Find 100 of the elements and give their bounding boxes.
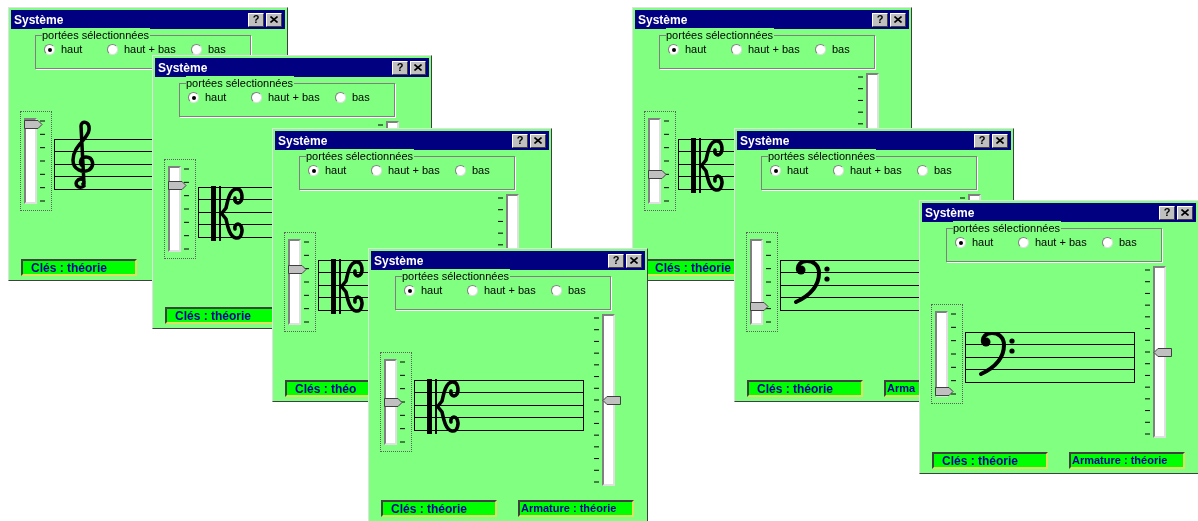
group-legend: portées sélectionnées — [768, 149, 876, 163]
slider-thumb[interactable] — [648, 169, 667, 179]
slider-thumb[interactable] — [168, 180, 187, 190]
radio-option[interactable]: haut — [308, 165, 371, 176]
help-button[interactable]: ? — [1159, 205, 1175, 220]
slider-thumb[interactable] — [750, 302, 769, 312]
group-legend: portées sélectionnées — [666, 28, 774, 42]
radio-button[interactable] — [188, 92, 199, 103]
key-signature-button[interactable]: Armature : théorie — [1069, 452, 1185, 469]
radio-label: haut — [972, 237, 994, 248]
slider-thumb[interactable] — [288, 265, 307, 275]
window-title: Système — [740, 134, 791, 147]
radio-label: bas — [934, 165, 952, 176]
window-title: Système — [278, 134, 329, 147]
close-icon — [1181, 209, 1189, 216]
radio-button[interactable] — [371, 165, 382, 176]
radio-label: haut + bas — [850, 165, 902, 176]
radio-button[interactable] — [404, 285, 415, 296]
radio-button[interactable] — [731, 44, 742, 55]
radio-button[interactable] — [467, 285, 478, 296]
clefs-button[interactable]: Clés : théorie — [932, 452, 1048, 469]
radio-button[interactable] — [917, 165, 928, 176]
window-title: Système — [925, 206, 976, 219]
close-icon — [894, 16, 902, 23]
radio-option[interactable]: haut — [404, 285, 467, 296]
radio-option[interactable]: haut — [770, 165, 833, 176]
radio-option[interactable]: haut + bas — [833, 165, 917, 176]
radio-option[interactable]: bas — [551, 285, 586, 296]
close-button[interactable] — [410, 60, 426, 75]
radio-button[interactable] — [1018, 237, 1029, 248]
radio-button[interactable] — [833, 165, 844, 176]
radio-option[interactable]: haut + bas — [1018, 237, 1102, 248]
radio-button[interactable] — [668, 44, 679, 55]
radio-option[interactable]: bas — [815, 44, 850, 55]
radio-label: haut — [205, 92, 227, 103]
close-icon — [414, 64, 422, 71]
radio-label: haut + bas — [748, 44, 800, 55]
radio-button[interactable] — [455, 165, 466, 176]
help-button[interactable]: ? — [512, 133, 528, 148]
radio-button[interactable] — [1102, 237, 1113, 248]
slider-thumb[interactable] — [1153, 348, 1172, 357]
radio-option[interactable]: haut — [44, 44, 107, 55]
radio-button[interactable] — [251, 92, 262, 103]
close-button[interactable] — [890, 12, 906, 27]
radio-label: bas — [832, 44, 850, 55]
help-button[interactable]: ? — [608, 253, 624, 268]
close-icon — [270, 16, 278, 23]
radio-option[interactable]: haut + bas — [107, 44, 191, 55]
slider-thumb[interactable] — [935, 387, 954, 396]
help-button[interactable]: ? — [872, 12, 888, 27]
help-button[interactable]: ? — [248, 12, 264, 27]
close-icon — [534, 137, 542, 144]
radio-button[interactable] — [770, 165, 781, 176]
slider-thumb[interactable] — [24, 120, 43, 129]
radio-option[interactable]: haut — [955, 237, 1018, 248]
window-title: Système — [158, 61, 209, 74]
radio-button[interactable] — [955, 237, 966, 248]
group-legend: portées sélectionnées — [402, 269, 510, 283]
group-legend: portées sélectionnées — [306, 149, 414, 163]
radio-label: bas — [568, 285, 586, 296]
radio-option[interactable]: bas — [335, 92, 370, 103]
clefs-button[interactable]: Clés : théorie — [747, 380, 863, 397]
radio-label: haut + bas — [484, 285, 536, 296]
radio-option[interactable]: haut — [668, 44, 731, 55]
radio-option[interactable]: haut + bas — [731, 44, 815, 55]
slider-thumb[interactable] — [602, 396, 621, 405]
group-legend: portées sélectionnées — [186, 76, 294, 90]
radio-label: bas — [472, 165, 490, 176]
key-signature-button[interactable]: Armature : théorie — [518, 500, 634, 517]
radio-option[interactable]: haut + bas — [467, 285, 551, 296]
radio-button[interactable] — [815, 44, 826, 55]
radio-button[interactable] — [308, 165, 319, 176]
radio-option[interactable]: bas — [455, 165, 490, 176]
close-button[interactable] — [992, 133, 1008, 148]
radio-label: haut + bas — [124, 44, 176, 55]
window-title: Système — [638, 13, 689, 26]
radio-label: bas — [208, 44, 226, 55]
radio-option[interactable]: haut + bas — [251, 92, 335, 103]
help-button[interactable]: ? — [974, 133, 990, 148]
close-button[interactable] — [266, 12, 282, 27]
radio-option[interactable]: haut — [188, 92, 251, 103]
close-button[interactable] — [530, 133, 546, 148]
radio-button[interactable] — [107, 44, 118, 55]
radio-option[interactable]: bas — [1102, 237, 1137, 248]
radio-option[interactable]: bas — [917, 165, 952, 176]
radio-button[interactable] — [335, 92, 346, 103]
clefs-button[interactable]: Clés : théorie — [21, 259, 137, 276]
radio-option[interactable]: haut + bas — [371, 165, 455, 176]
close-button[interactable] — [1177, 205, 1193, 220]
close-button[interactable] — [626, 253, 642, 268]
close-icon — [996, 137, 1004, 144]
group-legend: portées sélectionnées — [953, 221, 1061, 235]
radio-button[interactable] — [44, 44, 55, 55]
radio-button[interactable] — [551, 285, 562, 296]
radio-label: haut — [685, 44, 707, 55]
clefs-button[interactable]: Clés : théorie — [381, 500, 497, 517]
radio-label: haut — [421, 285, 443, 296]
radio-label: bas — [1119, 237, 1137, 248]
help-button[interactable]: ? — [392, 60, 408, 75]
close-icon — [630, 257, 638, 264]
